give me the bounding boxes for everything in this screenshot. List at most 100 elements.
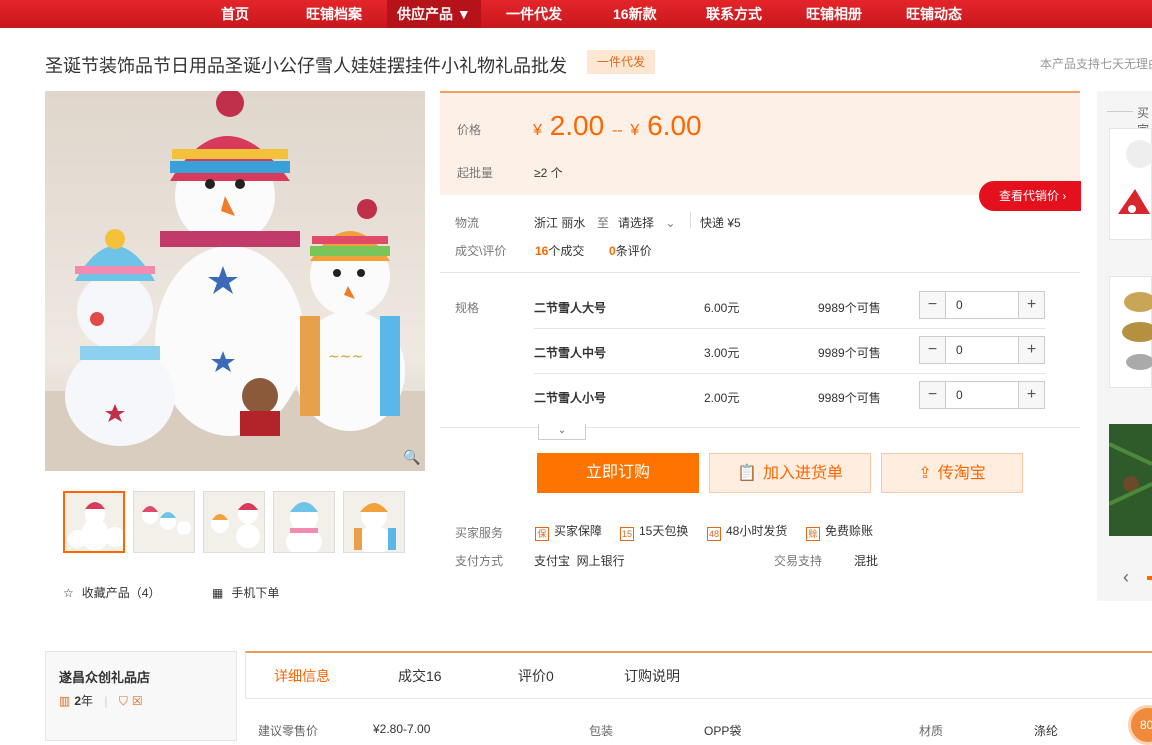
trade-support-label: 交易支持 — [774, 554, 823, 568]
deal-stats[interactable]: 16个成交 — [535, 242, 584, 259]
price-range: ¥ 2.00 -- ¥ 6.00 — [533, 110, 702, 142]
detail-label: 建议零售价 — [258, 724, 319, 738]
shop-name[interactable]: 遂昌众创礼品店 — [59, 667, 150, 686]
credit-icon: ☒ — [131, 694, 143, 708]
detail-value: ¥2.80-7.00 — [373, 722, 431, 736]
mobile-order-label: 手机下单 — [231, 586, 280, 600]
quantity-stepper: − 0 + — [919, 291, 1045, 319]
detail-tabs: 详细信息 成交16 评价0 订购说明 — [245, 651, 1152, 699]
deal-count: 16 — [535, 244, 549, 258]
divider — [534, 373, 1046, 374]
clipboard-icon: 📋 — [737, 465, 757, 482]
tab-order-info[interactable]: 订购说明 — [624, 666, 680, 686]
nav-album[interactable]: 旺铺相册 — [806, 0, 862, 28]
tab-details[interactable]: 详细信息 — [274, 666, 330, 686]
divider: | — [104, 694, 108, 708]
main-product-image[interactable]: ~~~ 🔍 — [45, 91, 425, 471]
moq-value: ≥2 个 — [534, 166, 563, 180]
detail-label: 材质 — [919, 724, 944, 738]
carousel-dot[interactable] — [1147, 576, 1152, 580]
chevron-down-icon: ⌄ — [665, 216, 676, 230]
decrease-button[interactable]: − — [920, 337, 946, 363]
upload-taobao-button[interactable]: ⇪ 传淘宝 — [881, 453, 1023, 493]
increase-button[interactable]: + — [1018, 292, 1044, 318]
nav-profile[interactable]: 旺铺档案 — [306, 0, 362, 28]
recommend-item[interactable] — [1109, 128, 1152, 240]
review-stats[interactable]: 0条评价 — [609, 242, 652, 259]
service-credit[interactable]: 赊免费赊账 — [806, 522, 873, 541]
quantity-input[interactable]: 0 — [956, 337, 963, 363]
sku-price: 6.00元 — [704, 301, 740, 315]
tab-deals[interactable]: 成交16 — [398, 666, 442, 686]
dropship-badge: 一件代发 — [587, 50, 655, 74]
price-low: 2.00 — [549, 110, 605, 141]
quantity-input[interactable]: 0 — [956, 382, 963, 408]
review-count: 0 — [609, 244, 616, 258]
service-shipping[interactable]: 48 48小时发货 — [707, 522, 787, 541]
sku-price: 2.00元 — [704, 391, 740, 405]
upload-taobao-label: 传淘宝 — [937, 465, 986, 482]
floating-widget[interactable]: 80 — [1128, 705, 1152, 745]
nav-news[interactable]: 旺铺动态 — [906, 0, 962, 28]
service-guarantee[interactable]: 保买家保障 — [535, 522, 602, 541]
credit-icon: 赊 — [806, 527, 820, 541]
nav-new[interactable]: 16新款 — [613, 0, 657, 28]
express-fee: 快递 ¥5 — [700, 216, 741, 230]
agent-price-label: 查看代销价 — [999, 189, 1060, 203]
add-to-cart-button[interactable]: 📋 加入进货单 — [709, 453, 871, 493]
thumbnail[interactable] — [133, 491, 195, 553]
quantity-input[interactable]: 0 — [956, 292, 963, 318]
sku-name: 二节雪人小号 — [534, 391, 607, 405]
recommend-item[interactable] — [1109, 276, 1152, 388]
tab-reviews[interactable]: 评价0 — [518, 666, 554, 686]
chevron-left-icon[interactable]: ‹ — [1123, 567, 1129, 588]
nav-home[interactable]: 首页 — [221, 0, 249, 28]
divider — [534, 328, 1046, 329]
expand-toggle[interactable]: ⌄ — [538, 424, 586, 440]
shop-years: ▥ 2年 | ⛉ ☒ — [59, 692, 143, 709]
destination-select[interactable]: 请选择 ⌄ — [618, 214, 675, 231]
decrease-button[interactable]: − — [920, 382, 946, 408]
decrease-button[interactable]: − — [920, 292, 946, 318]
top-nav: 首页 旺铺档案 供应产品 ▼ 一件代发 16新款 联系方式 旺铺相册 旺铺动态 — [0, 0, 1152, 28]
recommend-sidebar: 买家 ‹ — [1097, 91, 1152, 601]
divider — [440, 427, 1080, 428]
thumbnail[interactable] — [343, 491, 405, 553]
shield-icon: 保 — [535, 527, 549, 541]
zoom-icon[interactable]: 🔍 — [403, 449, 421, 467]
currency-symbol: ¥ — [533, 122, 542, 139]
quantity-stepper: − 0 + — [919, 381, 1045, 409]
thumbnail[interactable] — [203, 491, 265, 553]
sku-stock: 9989个可售 — [818, 391, 881, 405]
nav-contact[interactable]: 联系方式 — [706, 0, 762, 28]
recommend-item[interactable] — [1108, 424, 1152, 536]
nav-products[interactable]: 供应产品 ▼ — [387, 0, 481, 28]
origin-value: 浙江 丽水 — [534, 216, 586, 230]
to-label: 至 — [597, 216, 610, 230]
increase-button[interactable]: + — [1018, 337, 1044, 363]
years-unit: 年 — [81, 694, 94, 708]
detail-label: 包装 — [589, 724, 614, 738]
quantity-stepper: − 0 + — [919, 336, 1045, 364]
price-high: 6.00 — [647, 110, 702, 141]
view-agent-price-button[interactable]: 查看代销价 › — [979, 181, 1081, 211]
favorite-button[interactable]: ☆ 收藏产品（4） — [63, 584, 160, 601]
mobile-order-button[interactable]: ▦ 手机下单 — [212, 584, 279, 601]
payment-label: 支付方式 — [455, 554, 504, 568]
nav-dropship[interactable]: 一件代发 — [506, 0, 562, 28]
product-title: 圣诞节装饰品节日用品圣诞小公仔雪人娃娃摆挂件小礼物礼品批发 — [45, 56, 567, 76]
increase-button[interactable]: + — [1018, 382, 1044, 408]
service-exchange[interactable]: 15 15天包换 — [620, 522, 688, 541]
upload-icon: ⇪ — [918, 465, 932, 482]
detail-value: 涤纶 — [1034, 724, 1059, 738]
add-to-cart-label: 加入进货单 — [762, 465, 843, 482]
sku-stock: 9989个可售 — [818, 301, 881, 315]
favorite-label: 收藏产品（4） — [81, 586, 161, 600]
service-label: 48小时发货 — [726, 524, 788, 538]
spec-label: 规格 — [455, 301, 480, 315]
order-now-button[interactable]: 立即订购 — [537, 453, 699, 493]
service-label: 买家保障 — [554, 524, 603, 538]
thumbnail[interactable] — [63, 491, 125, 553]
thumbnail[interactable] — [273, 491, 335, 553]
services-label: 买家服务 — [455, 526, 504, 540]
